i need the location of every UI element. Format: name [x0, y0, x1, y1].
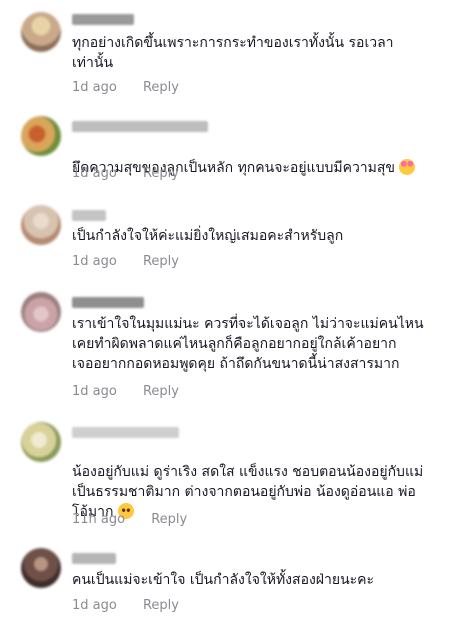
comment-time: 1d ago [72, 254, 117, 269]
avatar[interactable] [21, 292, 61, 332]
smiling-face-with-hearts-icon [399, 159, 416, 175]
avatar[interactable] [21, 12, 61, 52]
comment-list: ทุกอย่างเกิดขึ้นเพราะการกระทำของเราทั้งน… [0, 0, 456, 623]
avatar[interactable] [21, 422, 61, 462]
reply-button[interactable]: Reply [143, 80, 179, 95]
username-blurred[interactable] [72, 121, 208, 132]
reply-button[interactable]: Reply [143, 254, 179, 269]
comment-text: เป็นกำลังใจให้ค่ะแม่ยิ่งใหญ่เสมอคะสำหรับ… [72, 228, 344, 244]
avatar[interactable] [21, 548, 61, 588]
avatar[interactable] [21, 205, 61, 245]
comment-time: 1d ago [72, 598, 117, 613]
username-blurred[interactable] [72, 210, 106, 221]
comment-time: 1d ago [72, 384, 117, 399]
reply-button[interactable]: Reply [143, 384, 179, 399]
comment-text: คนเป็นแม่จะเข้าใจ เป็นกำลังใจให้ทั้งสองฝ… [72, 572, 375, 588]
comment-time: 1d ago [72, 80, 117, 95]
username-blurred[interactable] [72, 297, 144, 308]
username-blurred[interactable] [72, 553, 116, 564]
comment-meta: 1d ago Reply [72, 166, 179, 181]
comment-meta: 1d ago Reply [72, 254, 179, 269]
comment-text: ทุกอย่างเกิดขึ้นเพราะการกระทำของเราทั้งน… [72, 35, 394, 71]
comment-text: เราเข้าใจในมุมแม่นะ ควรที่จะได้เจอลูก ไม… [72, 316, 424, 372]
comment-time: 11h ago [72, 512, 126, 527]
reply-button[interactable]: Reply [143, 166, 179, 181]
reply-button[interactable]: Reply [151, 512, 187, 527]
comment-text: น้องอยู่กับแม่ ดูร่าเริง สดใส แข็งแรง ชอ… [72, 442, 452, 522]
comment-meta: 1d ago Reply [72, 598, 179, 613]
username-blurred[interactable] [72, 427, 179, 438]
comment-meta: 11h ago Reply [72, 512, 187, 527]
comment-meta: 1d ago Reply [72, 384, 179, 399]
reply-button[interactable]: Reply [143, 598, 179, 613]
avatar[interactable] [21, 116, 61, 156]
comment-time: 1d ago [72, 166, 117, 181]
comment-meta: 1d ago Reply [72, 80, 179, 95]
username-blurred[interactable] [72, 14, 134, 25]
